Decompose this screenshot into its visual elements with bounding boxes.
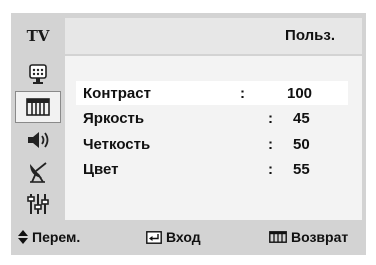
menu-item-color[interactable]: Цвет : 55 bbox=[76, 157, 348, 181]
enter-icon bbox=[146, 230, 162, 244]
sidebar-item-setup[interactable] bbox=[15, 188, 61, 220]
equalizer-icon bbox=[26, 193, 50, 215]
menu-item-separator: : bbox=[268, 110, 273, 127]
menu-item-label: Контраст bbox=[83, 85, 151, 102]
settings-panel: Контраст : 100 Яркость : 45 Четкость : 5… bbox=[65, 56, 362, 220]
menu-item-value: 50 bbox=[293, 136, 310, 153]
menu-item-label: Цвет bbox=[83, 161, 119, 178]
source-tab: TV bbox=[15, 18, 61, 54]
menu-item-value: 100 bbox=[287, 85, 313, 102]
sidebar-item-picture[interactable] bbox=[15, 58, 61, 90]
footer-hints: Перем. Вход Возврат bbox=[15, 222, 362, 252]
return-label: Возврат bbox=[291, 229, 349, 245]
antenna-icon bbox=[26, 161, 50, 183]
picture-icon bbox=[28, 63, 48, 85]
menu-item-value: 55 bbox=[293, 161, 310, 178]
menu-item-value: 45 bbox=[293, 110, 310, 127]
osd-menu: TV Польз. Контраст: 100 Яркость: 45 Че… bbox=[11, 13, 366, 255]
menu-item-contrast[interactable]: Контраст : 100 bbox=[76, 81, 348, 105]
sidebar-item-sound[interactable] bbox=[15, 124, 61, 156]
category-sidebar bbox=[15, 56, 61, 220]
menu-item-separator: : bbox=[240, 85, 245, 102]
film-icon bbox=[26, 98, 50, 116]
enter-hint: Вход bbox=[146, 229, 201, 245]
return-hint: Возврат bbox=[269, 229, 348, 245]
menu-item-separator: : bbox=[268, 136, 273, 153]
menu-item-separator: : bbox=[268, 161, 273, 178]
speaker-icon bbox=[26, 130, 50, 150]
menu-icon bbox=[269, 231, 287, 243]
sidebar-item-picture-settings[interactable] bbox=[15, 91, 61, 123]
move-hint: Перем. bbox=[18, 229, 80, 245]
move-label: Перем. bbox=[32, 229, 81, 245]
up-down-arrows-icon bbox=[18, 230, 28, 244]
title-bar: Польз. bbox=[65, 18, 362, 54]
sidebar-item-channel[interactable] bbox=[15, 156, 61, 188]
menu-item-label: Яркость bbox=[83, 110, 145, 127]
source-label: TV bbox=[26, 27, 50, 45]
enter-label: Вход bbox=[166, 229, 201, 245]
menu-title: Польз. bbox=[285, 27, 335, 44]
menu-item-label: Четкость bbox=[83, 136, 151, 153]
menu-item-sharpness[interactable]: Четкость : 50 bbox=[76, 132, 348, 156]
menu-item-brightness[interactable]: Яркость : 45 bbox=[76, 106, 348, 130]
